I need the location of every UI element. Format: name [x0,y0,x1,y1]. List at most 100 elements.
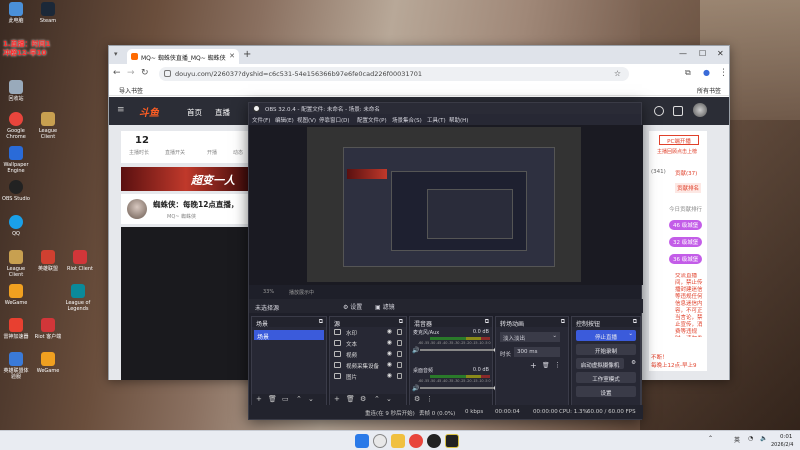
properties-button[interactable]: ⚙ 设置 [343,302,362,311]
move-down-icon[interactable]: ⌄ [308,395,314,403]
menu-icon[interactable]: ≡ [117,105,125,115]
zoom-level[interactable]: 33% [263,289,274,295]
desktop-icon-league-client-2[interactable]: League Client [2,250,30,278]
desktop-icon-pc[interactable]: 此电脑 [2,2,30,24]
bookmark-star-icon[interactable]: ☆ [614,69,621,78]
add-transition-icon[interactable]: + [530,361,537,370]
add-scene-icon[interactable]: + [256,395,262,403]
extensions-icon[interactable]: ⧉ [685,68,691,78]
source-item[interactable]: 视频采集设备 ◉ [330,360,406,371]
menu-view[interactable]: 视图(V) [297,116,316,124]
speaker-icon[interactable]: 🔊 [412,385,419,392]
visibility-icon[interactable]: ◉ [387,372,392,379]
visibility-icon[interactable]: ◉ [387,361,392,368]
speaker-icon[interactable]: 🔊 [412,347,419,354]
volume-slider[interactable] [420,347,500,353]
contrib-rank-tab[interactable]: 贡献排名 [675,183,702,193]
history-icon[interactable] [673,106,683,116]
clock-time[interactable]: 0:01 [780,434,792,440]
add-source-icon[interactable]: + [334,395,340,403]
start-virtual-camera-button[interactable]: 启动虚拟摄像机 ⚙ [576,358,636,369]
scene-item[interactable]: 场景 [254,330,324,341]
desktop-icon-league-of-legends[interactable]: League of Legends [64,284,92,312]
desktop-icon-riot-client[interactable]: Riot Client [66,250,94,272]
profile-icon[interactable]: ● [703,68,710,77]
mixer-menu-icon[interactable]: ⋮ [426,395,433,403]
remove-transition-icon[interactable]: 🗑 [542,362,550,369]
source-item[interactable]: 水印 ◉ [330,327,406,338]
duration-input[interactable]: 300 ms [514,347,560,357]
chevron-down-icon[interactable]: ⌄ [628,331,633,337]
pc-live-button[interactable]: PC端开播 [659,135,699,145]
tab-close-icon[interactable]: ✕ [229,52,235,60]
location-icon[interactable] [654,106,664,116]
desktop-icon-recycle-bin[interactable]: 回收站 [2,80,30,102]
source-item[interactable]: 文本 ◉ [330,338,406,349]
clock-date[interactable]: 2026/2/4 [771,442,793,448]
address-bar[interactable]: douyu.com/226037?dyshid=c6c531-54e156366… [159,67,629,81]
remove-source-icon[interactable]: 🗑 [346,395,355,403]
move-down-icon[interactable]: ⌄ [386,395,392,403]
nav-home[interactable]: 首页 [187,107,202,118]
move-up-icon[interactable]: ⌃ [296,395,302,403]
chrome-icon[interactable] [409,434,423,448]
forward-button[interactable]: → [127,68,135,78]
video-player[interactable] [121,227,251,380]
obs-preview[interactable] [307,127,581,282]
source-settings-icon[interactable]: ⚙ [360,395,366,403]
visibility-icon[interactable]: ◉ [387,328,392,335]
maximize-button[interactable]: ☐ [699,49,706,58]
source-item[interactable]: 图片 ◉ [330,371,406,382]
menu-profile[interactable]: 配置文件(P) [357,116,387,124]
studio-mode-button[interactable]: 工作室模式 [576,372,636,383]
transition-select[interactable]: 淡入淡出 ⌄ [500,332,560,342]
desktop-icon-lol-pbe[interactable]: 英雄联盟体验服 [2,352,30,380]
desktop-icon-wegame-2[interactable]: WeGame [34,352,62,374]
menu-docks[interactable]: 停靠窗口(D) [319,116,350,124]
volume-icon[interactable]: 🔈 [760,435,767,442]
menu-tools[interactable]: 工具(T) [427,116,446,124]
close-window-button[interactable]: ✕ [717,49,724,58]
file-explorer-icon[interactable] [391,434,405,448]
new-tab-button[interactable]: + [243,49,251,60]
settings-button[interactable]: 设置 [576,386,636,397]
tab-search-icon[interactable]: ▾ [114,50,118,58]
tray-chevron-icon[interactable]: ⌃ [708,435,713,442]
menu-icon[interactable]: ⋮ [719,68,728,78]
nav-live[interactable]: 直播 [215,107,230,118]
lock-icon[interactable] [397,340,402,346]
streamer-name[interactable]: MQ~ 蜘蛛侠 [167,213,196,220]
menu-edit[interactable]: 编辑(E) [275,116,294,124]
visibility-icon[interactable]: ◉ [387,350,392,357]
network-icon[interactable]: ◔ [748,435,753,442]
desktop-icon-lol[interactable]: 英雄联盟 [34,250,62,272]
desktop-icon-chrome[interactable]: Google Chrome [2,112,30,140]
desktop-icon-league-client[interactable]: League Client [34,112,62,140]
gear-icon[interactable]: ⚙ [631,360,636,366]
start-icon[interactable] [355,434,369,448]
tab-douyu[interactable]: MQ~ 蜘蛛侠直播_MQ~ 蜘蛛侠 ✕ [127,49,239,64]
lock-icon[interactable] [397,373,402,379]
obs-icon[interactable] [427,434,441,448]
app-icon[interactable] [445,434,459,448]
all-bookmarks[interactable]: 所有书签 [697,86,721,95]
dock-float-icon[interactable]: ⧉ [485,318,489,326]
search-icon[interactable] [373,434,387,448]
stop-streaming-button[interactable]: 停止直播 ⌄ [576,330,636,341]
desktop-icon-steam[interactable]: Steam [34,2,62,24]
scene-filter-icon[interactable]: ▭ [282,395,289,403]
lock-icon[interactable] [397,351,402,357]
dock-float-icon[interactable]: ⧉ [319,318,323,326]
desktop-icon-riot-client-2[interactable]: Riot 客户端 [34,318,62,340]
filters-button[interactable]: ▣ 滤镜 [375,302,395,311]
lock-icon[interactable] [397,329,402,335]
dock-float-icon[interactable]: ⧉ [399,318,403,326]
volume-slider[interactable] [420,385,500,391]
menu-scene-collection[interactable]: 场景集合(S) [392,116,422,124]
desktop-icon-leishen[interactable]: 雷神加速器 [2,318,30,340]
dock-float-icon[interactable]: ⧉ [633,318,637,326]
input-language[interactable]: 英 [734,435,740,444]
site-info-icon[interactable] [164,70,171,77]
menu-file[interactable]: 文件(F) [252,116,270,124]
minimize-button[interactable]: — [679,49,687,58]
